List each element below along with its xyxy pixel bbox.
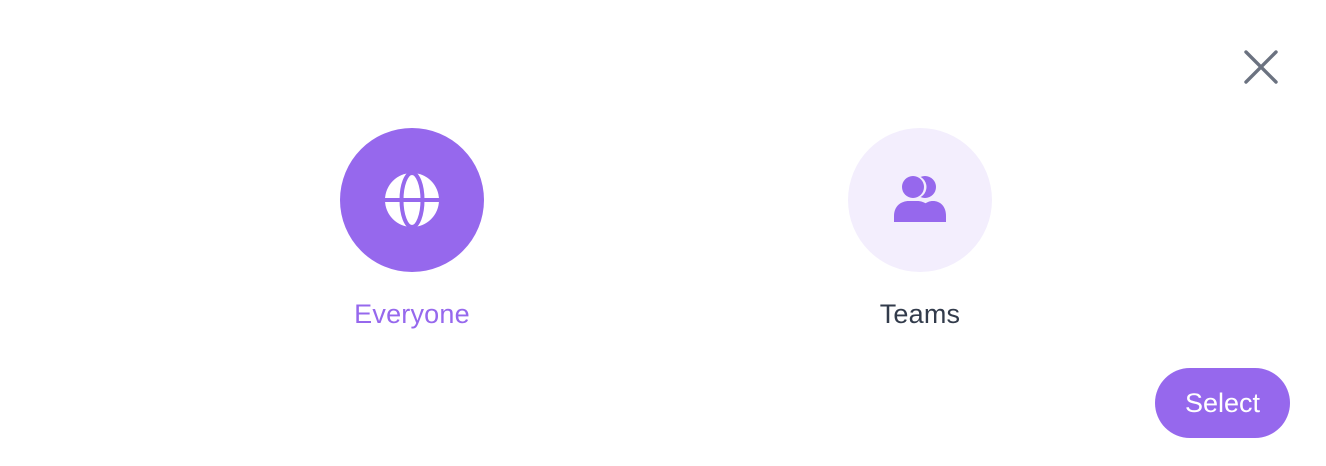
globe-icon bbox=[384, 172, 440, 228]
option-everyone[interactable]: Everyone bbox=[302, 128, 522, 330]
select-button[interactable]: Select bbox=[1155, 368, 1290, 438]
option-teams-label: Teams bbox=[879, 299, 961, 329]
close-icon bbox=[1244, 50, 1278, 84]
everyone-circle bbox=[340, 128, 484, 272]
option-everyone-label: Everyone bbox=[354, 299, 470, 329]
option-teams[interactable]: Teams bbox=[810, 128, 1030, 330]
teams-circle bbox=[848, 128, 992, 272]
users-icon bbox=[894, 175, 946, 222]
close-button[interactable] bbox=[1238, 44, 1284, 90]
